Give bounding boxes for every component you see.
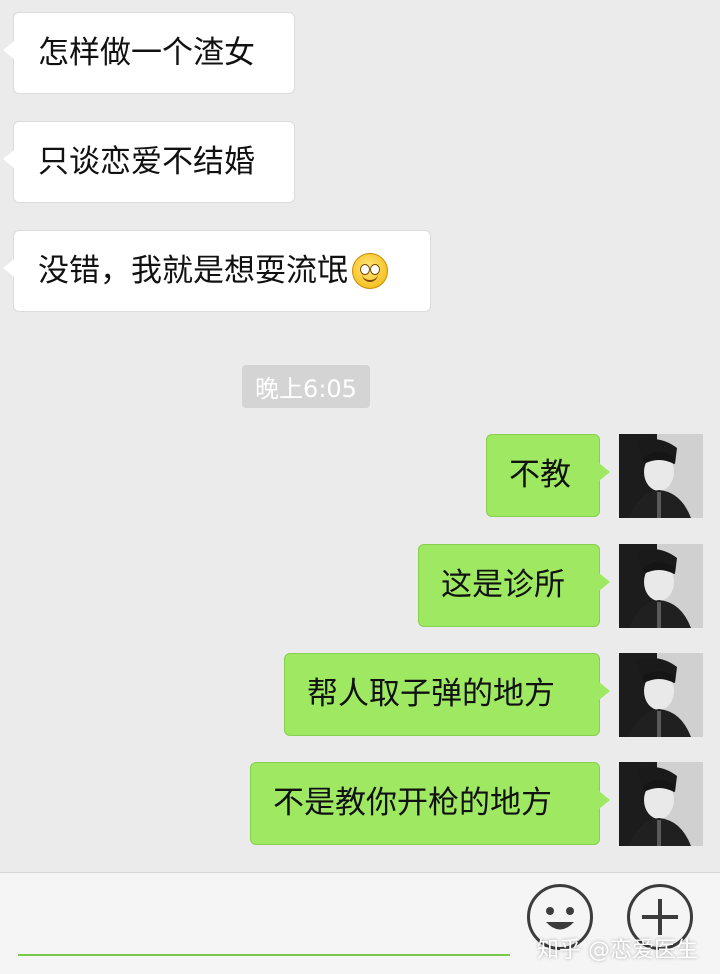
outgoing-message[interactable]: 不教 — [486, 434, 610, 517]
avatar-image — [619, 653, 703, 737]
timestamp: 晚上6:05 — [242, 365, 370, 408]
avatar-image — [619, 434, 703, 518]
avatar[interactable] — [619, 434, 703, 518]
avatar[interactable] — [619, 762, 703, 846]
avatar[interactable] — [619, 653, 703, 737]
watermark: 知乎 @恋爱医生 — [537, 938, 698, 963]
message-text: 帮人取子弹的地方 — [307, 676, 555, 712]
smile-emoji-icon — [352, 253, 388, 289]
avatar[interactable] — [619, 544, 703, 628]
outgoing-message[interactable]: 帮人取子弹的地方 — [284, 653, 610, 736]
message-text: 没错，我就是想耍流氓 — [38, 252, 348, 289]
incoming-message[interactable]: 只谈恋爱不结婚 — [3, 121, 295, 203]
message-text: 这是诊所 — [441, 567, 565, 603]
message-text: 只谈恋爱不结婚 — [38, 143, 255, 180]
message-text: 不是教你开枪的地方 — [273, 785, 552, 821]
message-text: 怎样做一个渣女 — [38, 34, 255, 71]
avatar-image — [619, 544, 703, 628]
message-input[interactable] — [18, 954, 510, 956]
avatar-image — [619, 762, 703, 846]
incoming-message[interactable]: 怎样做一个渣女 — [3, 12, 295, 94]
outgoing-message[interactable]: 不是教你开枪的地方 — [250, 762, 610, 845]
incoming-message[interactable]: 没错，我就是想耍流氓 — [3, 230, 431, 312]
message-text: 不教 — [509, 457, 571, 493]
outgoing-message[interactable]: 这是诊所 — [418, 544, 610, 627]
